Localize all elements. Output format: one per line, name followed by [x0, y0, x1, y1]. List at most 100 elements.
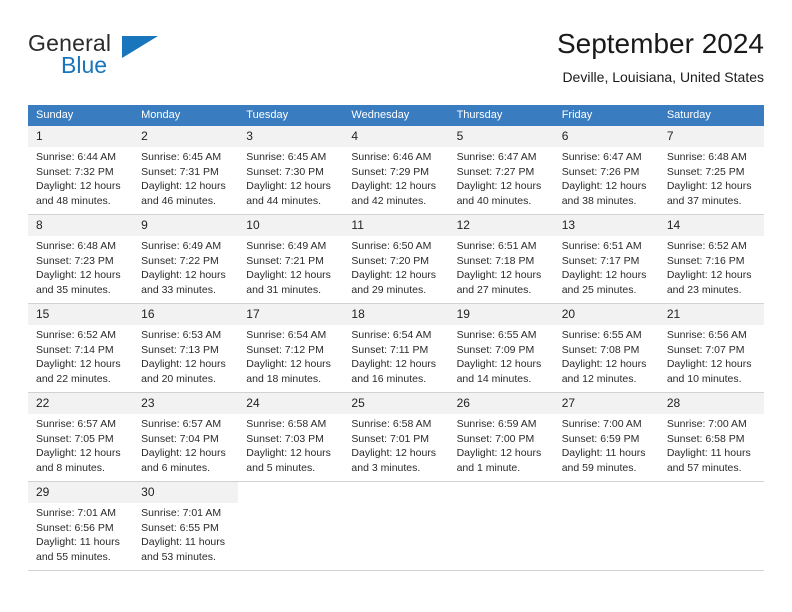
sunrise-line: Sunrise: 6:49 AM — [246, 240, 327, 252]
page-subtitle: Deville, Louisiana, United States — [562, 69, 764, 85]
calendar-day-cell[interactable]: 21 Sunrise: 6:56 AM Sunset: 7:07 PM Dayligh… — [658, 304, 764, 392]
day-number: 18 — [343, 304, 449, 325]
calendar-body: 1 Sunrise: 6:44 AM Sunset: 7:32 PM Daylight… — [28, 126, 764, 571]
sunrise-line: Sunrise: 6:56 AM — [666, 329, 747, 341]
calendar-day-cell[interactable]: 23 Sunrise: 6:57 AM Sunset: 7:04 PM Dayligh… — [133, 393, 239, 481]
calendar-day-cell[interactable]: 27 Sunrise: 7:00 AM Sunset: 6:59 PM Dayligh… — [553, 393, 659, 481]
calendar-day-cell[interactable]: 16 Sunrise: 6:53 AM Sunset: 7:13 PM Dayligh… — [133, 304, 239, 392]
day-number: 5 — [448, 126, 554, 147]
daylight-line-1: Daylight: 12 hours — [666, 180, 752, 192]
calendar-day-cell[interactable]: 4 Sunrise: 6:46 AM Sunset: 7:29 PM Daylight… — [343, 126, 449, 214]
daylight-line-1: Daylight: 12 hours — [36, 269, 121, 281]
sunset-line: Sunset: 7:00 PM — [456, 432, 535, 445]
day-details: Sunrise: 6:49 AM Sunset: 7:21 PM Daylight:… — [238, 236, 343, 297]
calendar-day-cell[interactable]: 24 Sunrise: 6:58 AM Sunset: 7:03 PM Dayligh… — [238, 393, 344, 481]
calendar-day-cell[interactable]: 15 Sunrise: 6:52 AM Sunset: 7:14 PM Dayligh… — [28, 304, 134, 392]
daylight-line-1: Daylight: 12 hours — [246, 358, 331, 370]
daylight-line-1: Daylight: 11 hours — [141, 536, 225, 548]
daylight-line-2: and 20 minutes. — [141, 372, 216, 385]
calendar-day-cell[interactable]: 18 Sunrise: 6:54 AM Sunset: 7:11 PM Dayligh… — [343, 304, 449, 392]
day-details: Sunrise: 6:56 AM Sunset: 7:07 PM Daylight:… — [659, 325, 764, 386]
weekday-header-wednesday: Wednesday — [351, 109, 410, 121]
calendar-day-cell[interactable]: 11 Sunrise: 6:50 AM Sunset: 7:20 PM Dayligh… — [343, 215, 449, 303]
daylight-line-1: Daylight: 12 hours — [456, 180, 542, 192]
day-details: Sunrise: 6:51 AM Sunset: 7:18 PM Daylight:… — [449, 236, 554, 297]
sunset-line: Sunset: 7:29 PM — [351, 165, 430, 178]
calendar-day-cell-empty — [238, 482, 344, 570]
daylight-line-1: Daylight: 11 hours — [666, 447, 751, 459]
sunset-line: Sunset: 6:56 PM — [36, 521, 114, 534]
daylight-line-2: and 27 minutes. — [456, 283, 532, 296]
sunrise-line: Sunrise: 6:54 AM — [351, 329, 432, 341]
day-number: 11 — [343, 215, 449, 236]
calendar-day-cell[interactable]: 22 Sunrise: 6:57 AM Sunset: 7:05 PM Dayligh… — [28, 393, 134, 481]
day-details: Sunrise: 6:54 AM Sunset: 7:12 PM Daylight:… — [238, 325, 343, 386]
sunset-line: Sunset: 7:23 PM — [36, 254, 114, 267]
daylight-line-1: Daylight: 12 hours — [456, 269, 542, 281]
daylight-line-2: and 16 minutes. — [351, 372, 427, 385]
day-number: 19 — [448, 304, 554, 325]
calendar-day-cell[interactable]: 30 Sunrise: 7:01 AM Sunset: 6:55 PM Dayligh… — [133, 482, 239, 570]
day-details: Sunrise: 6:47 AM Sunset: 7:27 PM Daylight:… — [449, 147, 554, 208]
sunrise-line: Sunrise: 6:47 AM — [456, 151, 537, 163]
day-details: Sunrise: 6:44 AM Sunset: 7:32 PM Daylight:… — [28, 147, 133, 208]
daylight-line-1: Daylight: 12 hours — [141, 180, 226, 192]
weekday-header-saturday: Saturday — [666, 109, 711, 121]
daylight-line-2: and 38 minutes. — [561, 194, 637, 207]
calendar-day-cell[interactable]: 20 Sunrise: 6:55 AM Sunset: 7:08 PM Dayligh… — [553, 304, 659, 392]
sunset-line: Sunset: 6:55 PM — [141, 521, 219, 534]
sunrise-line: Sunrise: 6:45 AM — [141, 151, 222, 163]
weekday-header-tuesday: Tuesday — [246, 109, 289, 121]
calendar-day-cell[interactable]: 7 Sunrise: 6:48 AM Sunset: 7:25 PM Daylight… — [658, 126, 764, 214]
calendar-day-cell[interactable]: 10 Sunrise: 6:49 AM Sunset: 7:21 PM Dayligh… — [238, 215, 344, 303]
calendar-day-cell[interactable]: 5 Sunrise: 6:47 AM Sunset: 7:27 PM Daylight… — [448, 126, 554, 214]
calendar-day-cell[interactable]: 25 Sunrise: 6:58 AM Sunset: 7:01 PM Dayligh… — [343, 393, 449, 481]
calendar-day-cell[interactable]: 1 Sunrise: 6:44 AM Sunset: 7:32 PM Daylight… — [28, 126, 134, 214]
calendar-day-cell[interactable]: 17 Sunrise: 6:54 AM Sunset: 7:12 PM Dayligh… — [238, 304, 344, 392]
calendar-day-cell[interactable]: 13 Sunrise: 6:51 AM Sunset: 7:17 PM Dayligh… — [553, 215, 659, 303]
calendar-day-cell[interactable]: 19 Sunrise: 6:55 AM Sunset: 7:09 PM Dayligh… — [448, 304, 554, 392]
daylight-line-1: Daylight: 12 hours — [141, 447, 226, 459]
daylight-line-2: and 53 minutes. — [141, 550, 216, 563]
sunset-line: Sunset: 7:03 PM — [246, 432, 324, 445]
daylight-line-2: and 48 minutes. — [36, 194, 111, 207]
day-number: 12 — [448, 215, 554, 236]
page-title: September 2024 — [556, 28, 764, 59]
daylight-line-2: and 55 minutes. — [36, 550, 111, 563]
calendar-day-cell[interactable]: 6 Sunrise: 6:47 AM Sunset: 7:26 PM Daylight… — [553, 126, 659, 214]
logo-text-blue: Blue — [61, 52, 108, 78]
daylight-line-1: Daylight: 12 hours — [666, 269, 752, 281]
calendar-day-cell[interactable]: 14 Sunrise: 6:52 AM Sunset: 7:16 PM Dayligh… — [658, 215, 764, 303]
daylight-line-2: and 12 minutes. — [561, 372, 637, 385]
sunrise-line: Sunrise: 7:00 AM — [561, 418, 642, 430]
calendar-day-cell[interactable]: 28 Sunrise: 7:00 AM Sunset: 6:58 PM Dayligh… — [658, 393, 764, 481]
sunrise-line: Sunrise: 6:44 AM — [36, 151, 116, 163]
calendar-day-cell[interactable]: 26 Sunrise: 6:59 AM Sunset: 7:00 PM Dayligh… — [448, 393, 554, 481]
calendar-day-cell[interactable]: 2 Sunrise: 6:45 AM Sunset: 7:31 PM Daylight… — [133, 126, 239, 214]
sunset-line: Sunset: 6:58 PM — [666, 432, 745, 445]
daylight-line-1: Daylight: 12 hours — [351, 358, 437, 370]
day-number: 10 — [238, 215, 344, 236]
day-number: 23 — [133, 393, 239, 414]
calendar-day-cell[interactable]: 8 Sunrise: 6:48 AM Sunset: 7:23 PM Daylight… — [28, 215, 134, 303]
sunset-line: Sunset: 7:27 PM — [456, 165, 535, 178]
daylight-line-2: and 1 minute. — [456, 461, 521, 474]
day-number: 15 — [28, 304, 134, 325]
sunrise-line: Sunrise: 6:55 AM — [456, 329, 537, 341]
sunrise-line: Sunrise: 6:59 AM — [456, 418, 537, 430]
calendar-day-cell[interactable]: 9 Sunrise: 6:49 AM Sunset: 7:22 PM Daylight… — [133, 215, 239, 303]
calendar-day-cell[interactable]: 12 Sunrise: 6:51 AM Sunset: 7:18 PM Dayligh… — [448, 215, 554, 303]
triangle-icon — [122, 36, 158, 58]
day-number: 9 — [133, 215, 239, 236]
sunrise-line: Sunrise: 6:48 AM — [36, 240, 116, 252]
sunset-line: Sunset: 7:26 PM — [561, 165, 640, 178]
day-details: Sunrise: 6:48 AM Sunset: 7:23 PM Daylight:… — [28, 236, 133, 297]
daylight-line-1: Daylight: 12 hours — [351, 269, 437, 281]
calendar-day-cell[interactable]: 29 Sunrise: 7:01 AM Sunset: 6:56 PM Dayligh… — [28, 482, 134, 570]
daylight-line-2: and 46 minutes. — [141, 194, 216, 207]
calendar-day-cell[interactable]: 3 Sunrise: 6:45 AM Sunset: 7:30 PM Daylight… — [238, 126, 344, 214]
day-details: Sunrise: 6:49 AM Sunset: 7:22 PM Daylight:… — [133, 236, 238, 297]
calendar-week-row: 15 Sunrise: 6:52 AM Sunset: 7:14 PM Dayligh… — [28, 304, 764, 393]
day-number: 26 — [448, 393, 554, 414]
daylight-line-1: Daylight: 12 hours — [561, 180, 647, 192]
